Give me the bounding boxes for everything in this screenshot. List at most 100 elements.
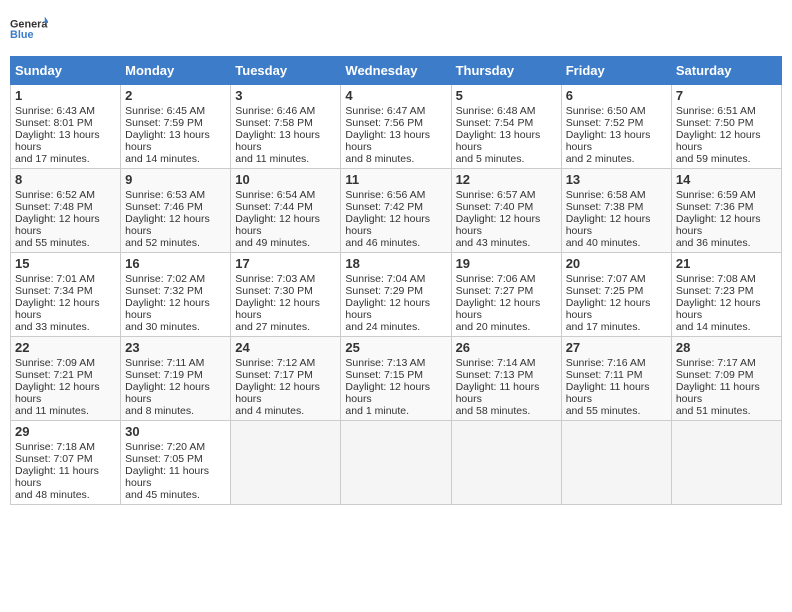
sunrise-info: Sunrise: 7:07 AM — [566, 273, 646, 285]
day-number: 8 — [15, 172, 116, 187]
sunset-info: Sunset: 7:44 PM — [235, 201, 313, 213]
day-cell-19: 19Sunrise: 7:06 AMSunset: 7:27 PMDayligh… — [451, 253, 561, 337]
sunset-info: Sunset: 7:13 PM — [456, 369, 534, 381]
sunset-info: Sunset: 7:30 PM — [235, 285, 313, 297]
daylight-minutes: and 30 minutes. — [125, 321, 200, 333]
sunset-info: Sunset: 7:36 PM — [676, 201, 754, 213]
daylight-minutes: and 33 minutes. — [15, 321, 90, 333]
daylight-minutes: and 11 minutes. — [15, 405, 89, 417]
sunrise-info: Sunrise: 6:51 AM — [676, 105, 756, 117]
daylight-info: Daylight: 12 hours hours — [15, 213, 100, 237]
day-number: 7 — [676, 88, 777, 103]
sunset-info: Sunset: 7:54 PM — [456, 117, 534, 129]
daylight-info: Daylight: 12 hours hours — [676, 213, 761, 237]
empty-cell-4-5 — [561, 421, 671, 505]
day-number: 24 — [235, 340, 336, 355]
sunrise-info: Sunrise: 6:54 AM — [235, 189, 315, 201]
daylight-minutes: and 55 minutes. — [15, 237, 90, 249]
day-number: 6 — [566, 88, 667, 103]
sunrise-info: Sunrise: 6:50 AM — [566, 105, 646, 117]
day-cell-28: 28Sunrise: 7:17 AMSunset: 7:09 PMDayligh… — [671, 337, 781, 421]
sunset-info: Sunset: 7:52 PM — [566, 117, 644, 129]
sunset-info: Sunset: 7:58 PM — [235, 117, 313, 129]
svg-text:General: General — [10, 18, 48, 30]
daylight-minutes: and 52 minutes. — [125, 237, 200, 249]
sunrise-info: Sunrise: 7:18 AM — [15, 441, 95, 453]
daylight-info: Daylight: 12 hours hours — [235, 297, 320, 321]
sunset-info: Sunset: 7:21 PM — [15, 369, 93, 381]
col-friday: Friday — [561, 57, 671, 85]
sunset-info: Sunset: 7:29 PM — [345, 285, 423, 297]
day-number: 25 — [345, 340, 446, 355]
day-cell-4: 4Sunrise: 6:47 AMSunset: 7:56 PMDaylight… — [341, 85, 451, 169]
daylight-info: Daylight: 13 hours hours — [235, 129, 320, 153]
daylight-info: Daylight: 12 hours hours — [125, 297, 210, 321]
day-number: 5 — [456, 88, 557, 103]
daylight-minutes: and 43 minutes. — [456, 237, 531, 249]
sunrise-info: Sunrise: 7:08 AM — [676, 273, 756, 285]
empty-cell-4-3 — [341, 421, 451, 505]
day-number: 12 — [456, 172, 557, 187]
day-number: 28 — [676, 340, 777, 355]
day-cell-22: 22Sunrise: 7:09 AMSunset: 7:21 PMDayligh… — [11, 337, 121, 421]
sunset-info: Sunset: 7:09 PM — [676, 369, 754, 381]
sunrise-info: Sunrise: 7:02 AM — [125, 273, 205, 285]
day-cell-3: 3Sunrise: 6:46 AMSunset: 7:58 PMDaylight… — [231, 85, 341, 169]
daylight-info: Daylight: 11 hours hours — [566, 381, 650, 405]
sunset-info: Sunset: 7:23 PM — [676, 285, 754, 297]
col-wednesday: Wednesday — [341, 57, 451, 85]
sunset-info: Sunset: 7:07 PM — [15, 453, 93, 465]
day-cell-25: 25Sunrise: 7:13 AMSunset: 7:15 PMDayligh… — [341, 337, 451, 421]
daylight-minutes: and 8 minutes. — [345, 153, 414, 165]
day-cell-11: 11Sunrise: 6:56 AMSunset: 7:42 PMDayligh… — [341, 169, 451, 253]
daylight-minutes: and 45 minutes. — [125, 489, 200, 501]
calendar-table: Sunday Monday Tuesday Wednesday Thursday… — [10, 56, 782, 505]
empty-cell-4-2 — [231, 421, 341, 505]
daylight-info: Daylight: 13 hours hours — [456, 129, 541, 153]
sunrise-info: Sunrise: 6:43 AM — [15, 105, 95, 117]
sunset-info: Sunset: 7:40 PM — [456, 201, 534, 213]
daylight-minutes: and 49 minutes. — [235, 237, 310, 249]
day-number: 1 — [15, 88, 116, 103]
sunrise-info: Sunrise: 6:58 AM — [566, 189, 646, 201]
sunrise-info: Sunrise: 7:09 AM — [15, 357, 95, 369]
day-number: 3 — [235, 88, 336, 103]
daylight-info: Daylight: 13 hours hours — [566, 129, 651, 153]
sunrise-info: Sunrise: 6:48 AM — [456, 105, 536, 117]
day-number: 18 — [345, 256, 446, 271]
sunset-info: Sunset: 7:27 PM — [456, 285, 534, 297]
daylight-minutes: and 11 minutes. — [235, 153, 309, 165]
col-sunday: Sunday — [11, 57, 121, 85]
daylight-info: Daylight: 12 hours hours — [566, 213, 651, 237]
sunset-info: Sunset: 7:05 PM — [125, 453, 203, 465]
header-row: Sunday Monday Tuesday Wednesday Thursday… — [11, 57, 782, 85]
daylight-minutes: and 8 minutes. — [125, 405, 194, 417]
daylight-info: Daylight: 12 hours hours — [235, 381, 320, 405]
sunrise-info: Sunrise: 6:56 AM — [345, 189, 425, 201]
day-number: 20 — [566, 256, 667, 271]
day-number: 23 — [125, 340, 226, 355]
sunrise-info: Sunrise: 6:57 AM — [456, 189, 536, 201]
daylight-minutes: and 59 minutes. — [676, 153, 751, 165]
day-cell-23: 23Sunrise: 7:11 AMSunset: 7:19 PMDayligh… — [121, 337, 231, 421]
daylight-minutes: and 40 minutes. — [566, 237, 641, 249]
daylight-minutes: and 46 minutes. — [345, 237, 420, 249]
daylight-info: Daylight: 11 hours hours — [456, 381, 540, 405]
daylight-minutes: and 2 minutes. — [566, 153, 635, 165]
col-thursday: Thursday — [451, 57, 561, 85]
day-number: 11 — [345, 172, 446, 187]
day-number: 30 — [125, 424, 226, 439]
daylight-minutes: and 48 minutes. — [15, 489, 90, 501]
daylight-minutes: and 36 minutes. — [676, 237, 751, 249]
day-cell-1: 1Sunrise: 6:43 AMSunset: 8:01 PMDaylight… — [11, 85, 121, 169]
daylight-info: Daylight: 12 hours hours — [15, 297, 100, 321]
daylight-info: Daylight: 11 hours hours — [125, 465, 209, 489]
daylight-minutes: and 24 minutes. — [345, 321, 420, 333]
col-monday: Monday — [121, 57, 231, 85]
sunset-info: Sunset: 7:48 PM — [15, 201, 93, 213]
daylight-minutes: and 51 minutes. — [676, 405, 751, 417]
sunrise-info: Sunrise: 7:20 AM — [125, 441, 205, 453]
daylight-info: Daylight: 12 hours hours — [125, 213, 210, 237]
daylight-info: Daylight: 12 hours hours — [345, 381, 430, 405]
sunset-info: Sunset: 7:17 PM — [235, 369, 313, 381]
